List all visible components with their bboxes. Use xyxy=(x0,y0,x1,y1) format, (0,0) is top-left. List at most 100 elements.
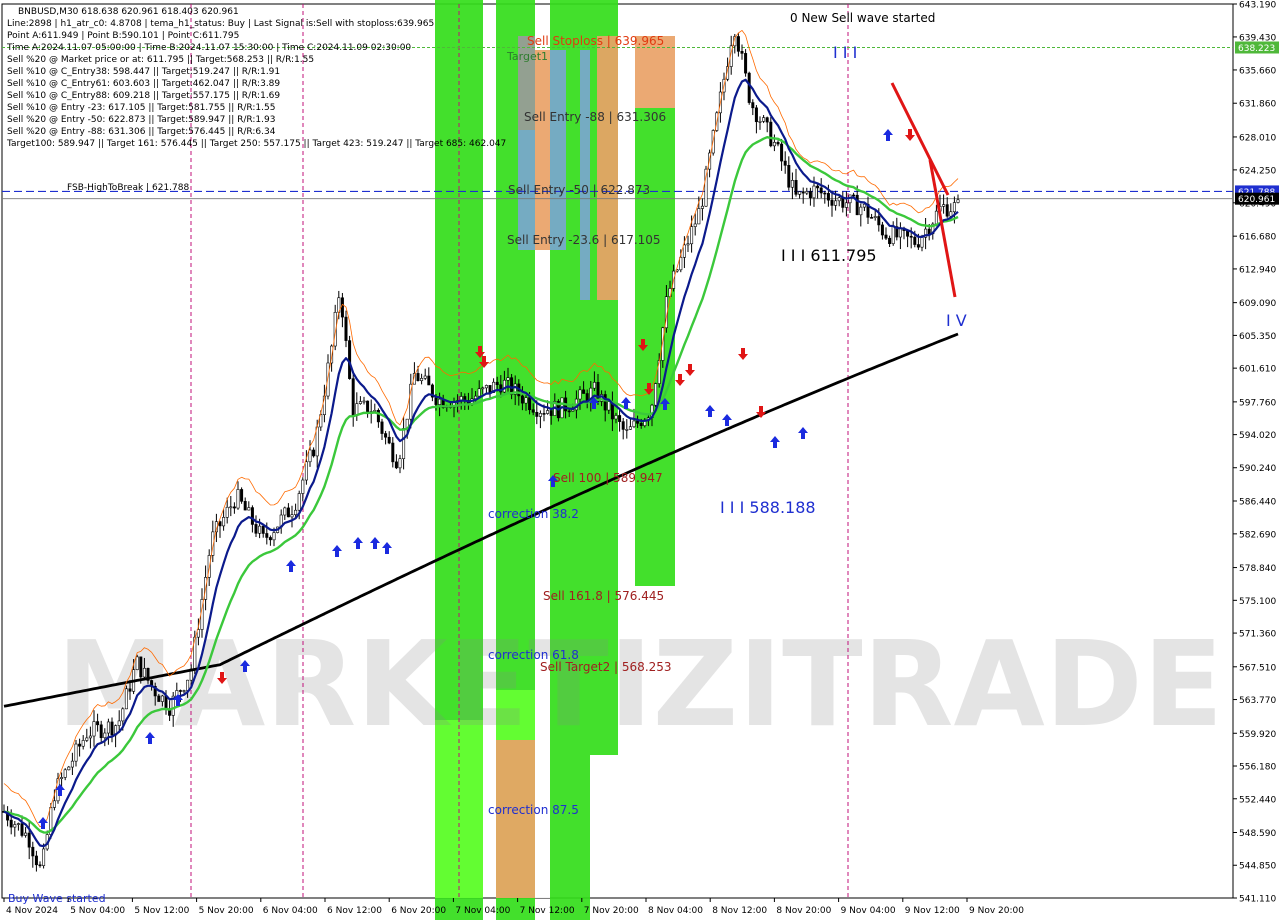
candle-body xyxy=(297,493,301,511)
candle-body xyxy=(240,489,244,502)
wave-label: I V xyxy=(946,311,967,330)
candle-body xyxy=(614,415,618,420)
candle-body xyxy=(531,409,535,413)
candle-body xyxy=(506,377,510,381)
candle-body xyxy=(294,509,298,515)
candle-body xyxy=(693,223,697,227)
zone-14 xyxy=(496,740,535,898)
candle-body xyxy=(834,200,838,206)
candle-body xyxy=(236,489,240,509)
candle-body xyxy=(157,695,161,702)
candle-body xyxy=(654,383,658,406)
candle-body xyxy=(888,237,892,244)
candle-body xyxy=(9,819,13,828)
candle-body xyxy=(366,400,370,414)
candle-body xyxy=(268,537,272,541)
candle-body xyxy=(578,389,582,400)
candle-body xyxy=(607,401,611,411)
zone-label: Sell Stoploss | 639.965 xyxy=(527,34,664,48)
candle-body xyxy=(520,395,524,404)
y-tick-label: 635.660 xyxy=(1239,66,1276,76)
candle-body xyxy=(232,506,236,509)
candle-body xyxy=(362,400,366,403)
candle-body xyxy=(927,228,931,235)
candle-body xyxy=(358,401,362,404)
candle-body xyxy=(621,421,625,430)
y-tick-label: 563.770 xyxy=(1239,696,1276,706)
candle-body xyxy=(186,679,190,691)
candle-body xyxy=(744,53,748,74)
x-tick-label: 7 Nov 12:00 xyxy=(520,906,575,916)
zone-10 xyxy=(550,50,566,250)
candle-body xyxy=(736,36,740,52)
candle-body xyxy=(384,433,388,438)
candle-body xyxy=(740,51,744,54)
zone-9 xyxy=(535,50,550,250)
y-tick-label: 597.760 xyxy=(1239,398,1276,408)
candle-body xyxy=(265,533,269,538)
zone-label: Sell Entry -23.6 | 617.105 xyxy=(507,233,661,247)
candle-body xyxy=(222,517,226,527)
candle-body xyxy=(841,197,845,208)
candle-body xyxy=(124,688,128,710)
candle-body xyxy=(880,224,884,236)
candle-body xyxy=(636,420,640,424)
zone-12 xyxy=(597,36,618,300)
candle-body xyxy=(128,688,132,692)
candle-body xyxy=(135,656,139,670)
candle-body xyxy=(391,442,395,463)
candle-body xyxy=(942,204,946,207)
candle-body xyxy=(254,524,258,534)
candle-body xyxy=(783,160,787,166)
info-line: Sell %10 @ Entry -23: 617.105 || Target:… xyxy=(7,103,275,113)
candle-body xyxy=(106,721,110,734)
wave-label: 0 New Sell wave started xyxy=(790,11,935,25)
candle-body xyxy=(546,410,550,414)
symbol-line: BNBUSD,M30 618.638 620.961 618.403 620.9… xyxy=(18,7,239,17)
candle-body xyxy=(762,117,766,122)
wave-label: I I I 588.188 xyxy=(720,498,816,517)
zone-label: Sell Target2 | 568.253 xyxy=(540,660,672,674)
info-line: Sell %20 @ Market price or at: 611.795 |… xyxy=(7,55,314,65)
candle-body xyxy=(182,690,186,692)
x-tick-label: 9 Nov 12:00 xyxy=(905,906,960,916)
candle-body xyxy=(283,507,287,516)
info-line: Sell %20 @ Entry -88: 631.306 || Target:… xyxy=(7,127,276,137)
target1-label: Target1 xyxy=(506,50,548,63)
candle-body xyxy=(794,180,798,195)
candle-body xyxy=(438,398,442,405)
candle-body xyxy=(690,226,694,245)
candle-body xyxy=(286,507,290,518)
candle-body xyxy=(830,199,834,206)
candle-body xyxy=(934,210,938,225)
candle-body xyxy=(862,203,866,208)
candle-body xyxy=(243,501,247,511)
candle-body xyxy=(870,217,874,219)
x-tick-label: 8 Nov 12:00 xyxy=(712,906,767,916)
candle-body xyxy=(837,197,841,202)
x-tick-label: 7 Nov 20:00 xyxy=(584,906,639,916)
candle-body xyxy=(139,656,143,678)
candle-body xyxy=(60,777,64,779)
info-line: Sell %20 @ Entry -50: 622.873 || Target:… xyxy=(7,115,275,125)
x-tick-label: 5 Nov 12:00 xyxy=(134,906,189,916)
candle-body xyxy=(423,375,427,379)
candle-body xyxy=(920,237,924,248)
y-tick-label: 594.020 xyxy=(1239,431,1276,441)
candle-body xyxy=(96,721,100,726)
candle-body xyxy=(873,216,877,218)
info-line: Line:2898 | h1_atr_c0: 4.8708 | tema_h1_… xyxy=(7,19,434,29)
candle-body xyxy=(956,199,960,203)
candle-body xyxy=(348,340,352,379)
candle-body xyxy=(301,479,305,494)
y-tick-label: 631.860 xyxy=(1239,100,1276,110)
candle-body xyxy=(304,461,308,481)
candle-body xyxy=(542,413,546,415)
candle-body xyxy=(679,257,683,271)
candle-body xyxy=(909,235,913,238)
candle-body xyxy=(121,708,125,722)
y-tick-label: 582.690 xyxy=(1239,530,1276,540)
x-tick-label: 6 Nov 12:00 xyxy=(327,906,382,916)
candle-body xyxy=(398,458,402,469)
y-tick-label: 605.350 xyxy=(1239,332,1276,342)
